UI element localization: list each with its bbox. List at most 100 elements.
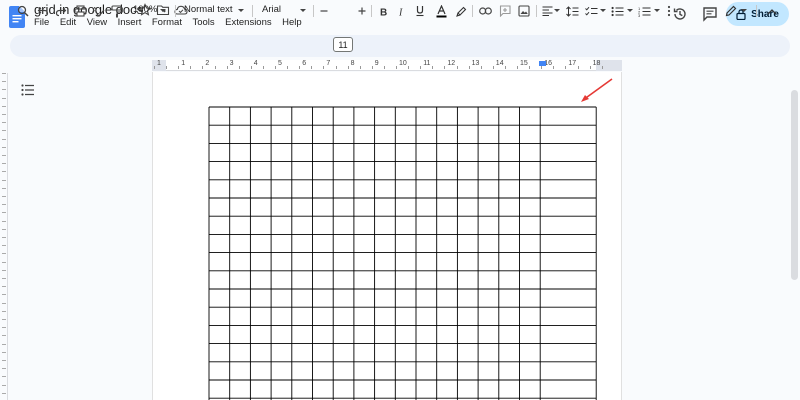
numbered-list-icon[interactable]: 123 (637, 3, 651, 19)
document-page[interactable] (152, 72, 622, 400)
vertical-ruler-tick (2, 146, 6, 148)
comments-icon[interactable] (702, 6, 718, 22)
version-history-icon[interactable] (672, 6, 688, 22)
ruler-tick (456, 66, 458, 69)
more-options-icon[interactable] (664, 3, 674, 19)
vertical-ruler-tick (2, 228, 6, 230)
align-left-icon[interactable] (541, 3, 553, 19)
right-indent-marker[interactable] (539, 61, 546, 66)
font-select[interactable]: Arial (262, 4, 281, 15)
text-color-icon[interactable] (435, 3, 447, 19)
insert-link-icon[interactable] (478, 3, 492, 19)
vertical-ruler-tick (2, 130, 6, 132)
vertical-ruler-tick (2, 97, 6, 99)
toolbar-divider (313, 5, 314, 17)
zoom-dropdown-icon[interactable] (160, 9, 166, 12)
document-title[interactable]: grid in google docs (34, 2, 143, 17)
ruler-label: 18 (592, 60, 601, 67)
highlight-color-icon[interactable] (455, 3, 467, 19)
ruler-tick (553, 66, 555, 69)
ruler-tick (420, 66, 422, 69)
ruler-label: 15 (520, 60, 528, 67)
vertical-ruler-tick (2, 73, 6, 74)
ruler-label: 6 (302, 60, 307, 67)
paint-format-icon[interactable] (110, 3, 124, 19)
svg-text:I: I (398, 7, 403, 17)
vertical-ruler-tick (2, 302, 6, 304)
ruler-label: 1 (181, 60, 186, 67)
add-comment-icon[interactable] (498, 3, 512, 19)
menu-view[interactable]: View (87, 17, 107, 31)
spelling-check-icon[interactable]: A (91, 3, 105, 19)
ruler-tick (202, 66, 204, 69)
align-dropdown-icon[interactable] (554, 9, 560, 12)
vertical-ruler-tick (2, 163, 6, 165)
vertical-ruler-tick (2, 261, 6, 263)
undo-icon[interactable] (36, 3, 50, 19)
font-size-input[interactable]: 11 (333, 37, 353, 52)
grid-table[interactable] (153, 72, 623, 400)
ruler-label: 8 (350, 60, 355, 67)
ruler-tick (214, 66, 216, 69)
ruler-label: 13 (471, 60, 480, 67)
paragraph-style-select[interactable]: Normal text (184, 4, 233, 15)
ruler-label: 1 (157, 60, 161, 67)
vertical-ruler-tick (2, 253, 6, 255)
menu-edit[interactable]: Edit (60, 17, 76, 31)
ruler-tick (347, 66, 349, 69)
ruler-label: 11 (423, 60, 431, 67)
line-spacing-icon[interactable] (565, 3, 579, 19)
vertical-ruler-tick (2, 351, 6, 353)
zoom-select[interactable]: 100% (133, 4, 157, 15)
vertical-ruler-tick (2, 89, 6, 91)
vertical-ruler-tick (2, 122, 6, 124)
vertical-ruler-tick (2, 220, 6, 222)
ruler-tick (262, 66, 264, 69)
ruler-tick (275, 66, 276, 69)
bold-icon[interactable]: B (378, 3, 390, 19)
menu-extensions[interactable]: Extensions (225, 17, 271, 31)
ruler-tick (299, 66, 301, 69)
italic-icon[interactable]: I (396, 3, 408, 19)
style-dropdown-icon[interactable] (238, 9, 244, 12)
redo-icon[interactable] (54, 3, 68, 19)
vertical-scrollbar-thumb[interactable] (791, 90, 798, 280)
editing-mode-icon[interactable] (724, 3, 738, 19)
ruler-tick (287, 66, 289, 69)
checklist-dropdown-icon[interactable] (600, 9, 606, 12)
underline-icon[interactable] (414, 3, 426, 19)
svg-text:A: A (92, 6, 98, 15)
editing-mode-dropdown-icon[interactable] (741, 9, 747, 12)
toolbar-divider (252, 5, 253, 17)
menu-format[interactable]: Format (152, 17, 182, 31)
font-dropdown-icon[interactable] (300, 9, 306, 12)
vertical-ruler-tick (2, 376, 6, 378)
numbered-dropdown-icon[interactable] (654, 9, 660, 12)
increase-font-size-icon[interactable] (357, 3, 367, 19)
menu-help[interactable]: Help (282, 17, 302, 31)
ruler-tick (178, 66, 180, 69)
menu-file[interactable]: File (34, 17, 49, 31)
vertical-ruler-tick (2, 278, 6, 279)
vertical-ruler-tick (2, 114, 6, 115)
search-menus-icon[interactable] (16, 3, 30, 19)
svg-text:3: 3 (638, 13, 641, 17)
ruler-label: 7 (326, 60, 331, 67)
document-outline-icon[interactable] (21, 84, 35, 96)
bullet-dropdown-icon[interactable] (627, 9, 633, 12)
checklist-icon[interactable] (584, 3, 598, 19)
toolbar-divider (472, 5, 473, 17)
ruler-tick (432, 66, 434, 69)
vertical-ruler-tick (2, 105, 6, 107)
ruler-tick (577, 66, 579, 69)
menu-insert[interactable]: Insert (118, 17, 142, 31)
vertical-ruler[interactable] (0, 73, 8, 400)
menu-tools[interactable]: Tools (192, 17, 214, 31)
insert-image-icon[interactable] (517, 3, 531, 19)
hide-menus-chevron-up-icon[interactable] (766, 3, 778, 19)
toolbar-divider (175, 5, 176, 17)
vertical-ruler-tick (2, 327, 6, 329)
bulleted-list-icon[interactable] (610, 3, 624, 19)
decrease-font-size-icon[interactable] (319, 3, 329, 19)
print-icon[interactable] (73, 3, 87, 19)
